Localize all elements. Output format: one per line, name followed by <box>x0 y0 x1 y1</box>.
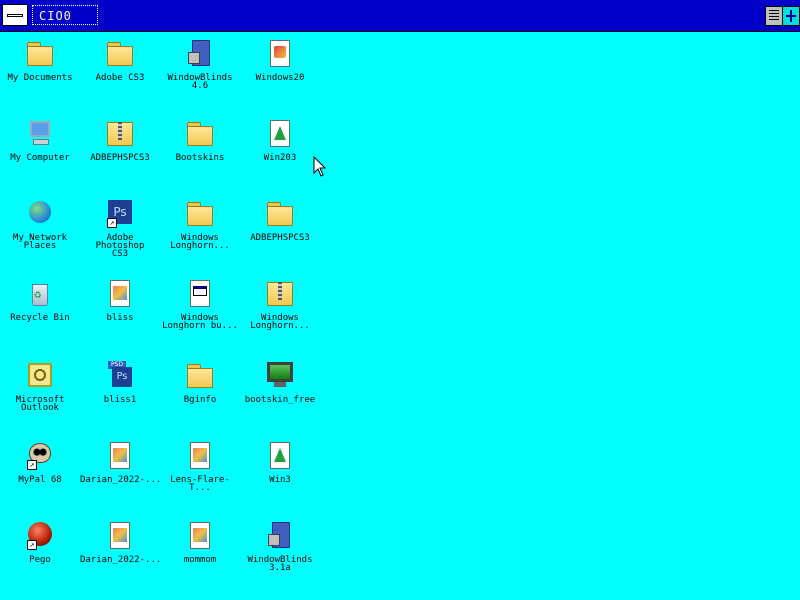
desktop-icon-lens-flare[interactable]: Lens-Flare-T... <box>160 440 240 510</box>
icon-label: Win3 <box>269 475 291 485</box>
desktop-icon-my-computer[interactable]: My Computer <box>0 118 80 188</box>
outlook-icon <box>24 360 56 392</box>
icon-label: My Computer <box>10 153 70 163</box>
psd-file-icon <box>104 360 136 392</box>
folder-icon <box>184 118 216 150</box>
image-document-icon <box>104 278 136 310</box>
pego-icon: ↗ <box>24 520 56 552</box>
desktop-icon-windowblinds-46[interactable]: WindowBlinds 4.6 <box>160 38 240 108</box>
desktop-icon-recycle-bin[interactable]: Recycle Bin <box>0 278 80 348</box>
documents-folder-icon <box>24 38 56 70</box>
icon-label: MyPal 68 <box>18 475 62 485</box>
icon-label: Recycle Bin <box>10 313 70 323</box>
icon-label: mommom <box>183 555 217 565</box>
plus-icon[interactable] <box>782 6 800 26</box>
desktop-icon-windows-longhorn-zip[interactable]: Windows Longhorn... <box>240 278 320 348</box>
folder-icon <box>184 198 216 230</box>
icon-label: Darian_2022-... <box>80 475 162 485</box>
desktop-icon-mommom[interactable]: mommom <box>160 520 240 590</box>
desktop-icon-win203[interactable]: Win203 <box>240 118 320 188</box>
minimize-icon[interactable] <box>765 6 783 26</box>
network-globe-icon <box>24 198 56 230</box>
tree-document-icon <box>264 440 296 472</box>
desktop-icon-win3[interactable]: Win3 <box>240 440 320 510</box>
icon-label: My Documents <box>7 73 73 83</box>
icon-label: Lens-Flare-T... <box>170 475 230 493</box>
icon-label: WindowBlinds 3.1a <box>247 555 313 573</box>
desktop-icon-bginfo[interactable]: Bginfo <box>160 360 240 430</box>
desktop-icon-adobe-cs3[interactable]: Adobe CS3 <box>80 38 160 108</box>
image-document-icon <box>104 520 136 552</box>
desktop-icon-pego[interactable]: ↗ Pego <box>0 520 80 590</box>
icon-label: Adobe Photoshop CS3 <box>95 233 145 259</box>
shortcut-arrow-icon: ↗ <box>27 460 37 470</box>
icon-label: bliss <box>106 313 134 323</box>
recycle-bin-icon <box>24 278 56 310</box>
icon-label: Bginfo <box>183 395 217 405</box>
icon-label: ADBEPHSPCS3 <box>250 233 310 243</box>
icon-label: Windows20 <box>255 73 305 83</box>
desktop-icon-adbephspcs3-folder[interactable]: ADBEPHSPCS3 <box>240 198 320 268</box>
desktop-icon-windows20[interactable]: Windows20 <box>240 38 320 108</box>
icon-label: Windows Longhorn... <box>250 313 310 331</box>
icon-label: Adobe CS3 <box>95 73 145 83</box>
icon-label: ADBEPHSPCS3 <box>90 153 150 163</box>
icon-label: Win203 <box>263 153 297 163</box>
icon-label: Bootskins <box>175 153 225 163</box>
setup-icon <box>184 38 216 70</box>
photoshop-icon: ↗ <box>104 198 136 230</box>
system-menu-icon[interactable] <box>2 4 28 26</box>
desktop-icon-bliss[interactable]: bliss <box>80 278 160 348</box>
title-bar: CIO0 <box>0 0 800 32</box>
icon-label: bootskin_free <box>244 395 316 405</box>
desktop-icon-bootskins[interactable]: Bootskins <box>160 118 240 188</box>
desktop-icon-microsoft-outlook[interactable]: Microsoft Outlook <box>0 360 80 430</box>
computer-icon <box>24 118 56 150</box>
icon-label: Pego <box>29 555 51 565</box>
paint-document-icon <box>264 38 296 70</box>
desktop-icon-my-network-places[interactable]: My Network Places <box>0 198 80 268</box>
desktop-icon-windows-longhorn-folder[interactable]: Windows Longhorn... <box>160 198 240 268</box>
icon-label: My Network Places <box>12 233 68 251</box>
desktop-icon-darian-2022-b[interactable]: Darian_2022-... <box>80 520 162 590</box>
icon-label: WindowBlinds 4.6 <box>167 73 233 91</box>
desktop-icon-my-documents[interactable]: My Documents <box>0 38 80 108</box>
setup-icon <box>264 520 296 552</box>
window-document-icon <box>184 278 216 310</box>
shortcut-arrow-icon: ↗ <box>27 540 37 550</box>
desktop-icon-bootskin-free[interactable]: bootskin_free <box>240 360 320 430</box>
image-document-icon <box>184 520 216 552</box>
folder-icon <box>264 198 296 230</box>
icon-label: Darian_2022-... <box>80 555 162 565</box>
icon-label: Windows Longhorn... <box>170 233 230 251</box>
monitor-icon <box>264 360 296 392</box>
desktop-icon-darian-2022-a[interactable]: Darian_2022-... <box>80 440 162 510</box>
icon-label: Windows Longhorn bu... <box>162 313 238 331</box>
zip-folder-icon <box>264 278 296 310</box>
icon-label: bliss1 <box>103 395 137 405</box>
desktop-icon-adobe-photoshop-cs3[interactable]: ↗ Adobe Photoshop CS3 <box>80 198 160 268</box>
shortcut-arrow-icon: ↗ <box>107 218 117 228</box>
desktop-icon-bliss1[interactable]: bliss1 <box>80 360 160 430</box>
desktop-icon-mypal-68[interactable]: ↗ MyPal 68 <box>0 440 80 510</box>
icon-label: Microsoft Outlook <box>15 395 65 413</box>
folder-icon <box>184 360 216 392</box>
desktop-icon-adbephspcs3-zip[interactable]: ADBEPHSPCS3 <box>80 118 160 188</box>
folder-icon <box>104 38 136 70</box>
image-document-icon <box>184 440 216 472</box>
zip-folder-icon <box>104 118 136 150</box>
window-title-field[interactable]: CIO0 <box>32 5 98 25</box>
desktop-icon-windows-longhorn-bu[interactable]: Windows Longhorn bu... <box>160 278 240 348</box>
raccoon-icon: ↗ <box>24 440 56 472</box>
tree-document-icon <box>264 118 296 150</box>
desktop-icon-windowblinds-31a[interactable]: WindowBlinds 3.1a <box>240 520 320 590</box>
image-document-icon <box>104 440 136 472</box>
